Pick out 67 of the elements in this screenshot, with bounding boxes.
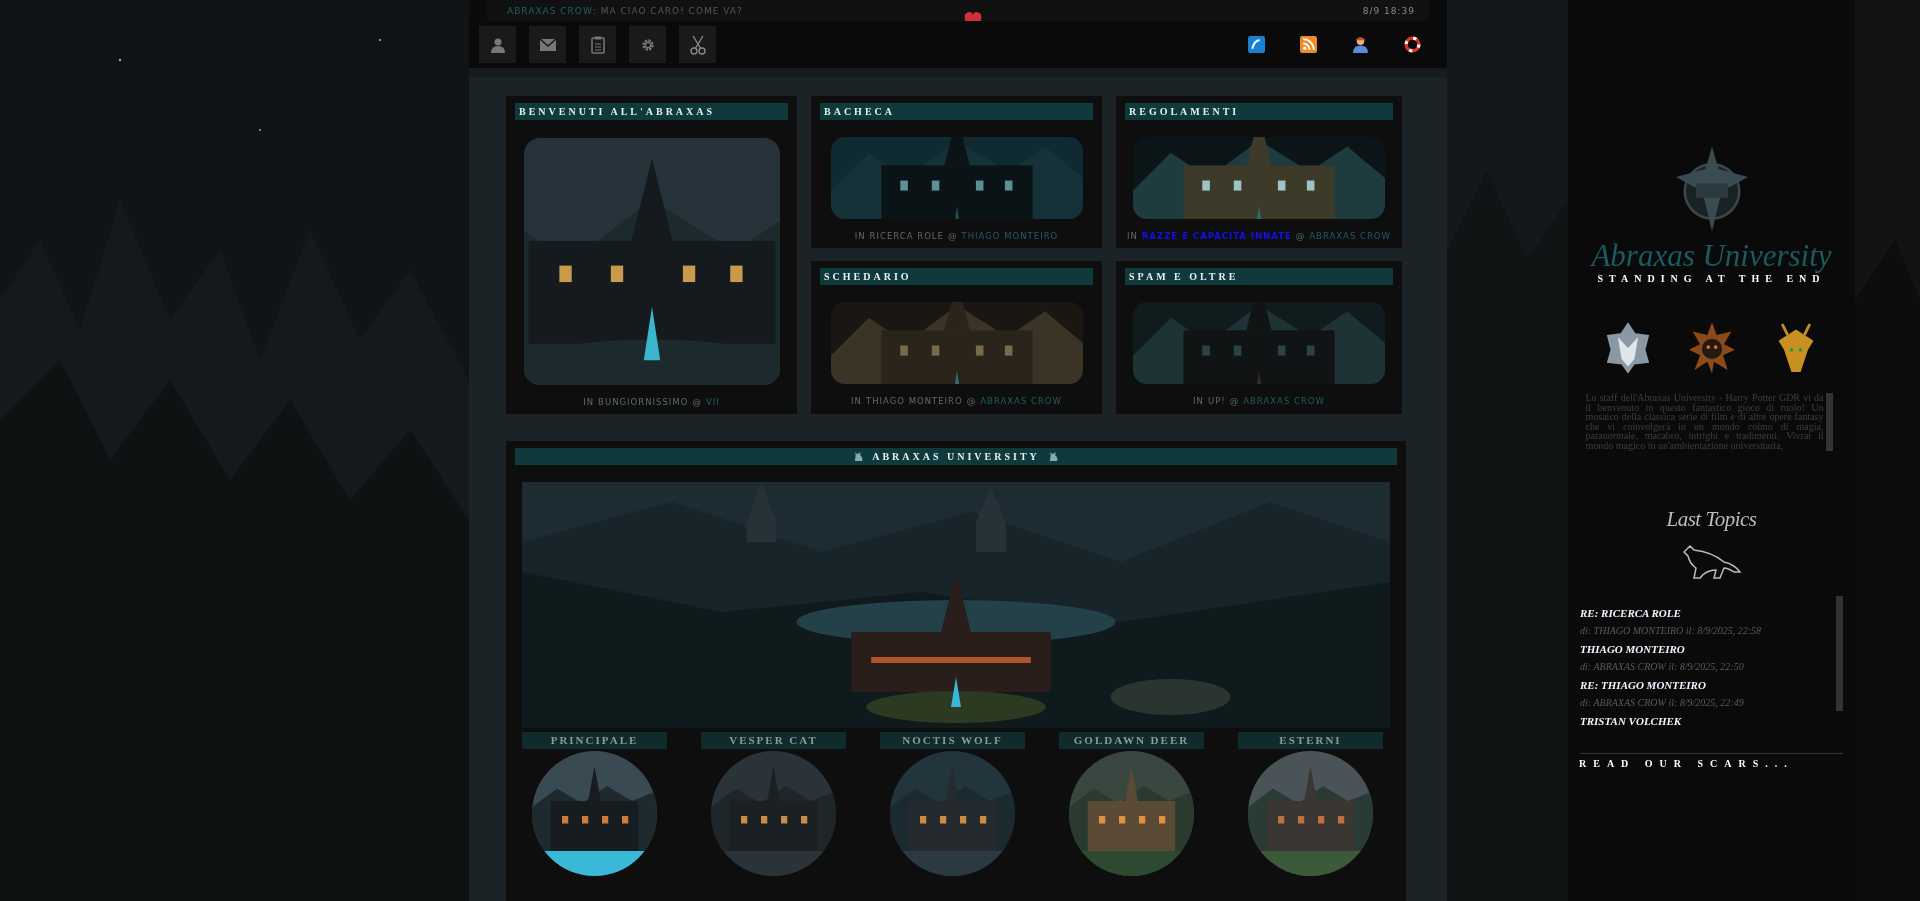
caption-label: @ [1295, 231, 1306, 241]
house-label[interactable]: VESPER CAT [701, 732, 846, 749]
topic-link[interactable]: THIAGO MONTEIRO [1580, 640, 1762, 658]
caption-label: IN [583, 397, 595, 407]
user-link[interactable]: THIAGO MONTEIRO [961, 231, 1059, 241]
wolf-crest-icon [1604, 321, 1651, 375]
topic-meta: di: ABRAXAS CROW il: 8/9/2025, 22:50 [1580, 660, 1745, 674]
clipboard-button[interactable] [579, 26, 616, 63]
heart-icon [962, 11, 983, 21]
topic-meta: di: THIAGO MONTEIRO il: 8/9/2025, 22:58 [1580, 624, 1762, 638]
card-title: REGOLAMENTI [1125, 103, 1393, 120]
caption-label: IN [851, 396, 862, 406]
house-label[interactable]: PRINCIPALE [522, 732, 667, 749]
sun-crest-icon [1688, 321, 1735, 375]
caption-label: IN [1193, 396, 1204, 406]
caption-label: @ [947, 231, 958, 241]
user-link[interactable]: ABRAXAS CROW [1243, 396, 1325, 406]
house-label[interactable]: ESTERNI [1238, 732, 1383, 749]
person-icon [489, 36, 506, 53]
card-title: BENVENUTI ALL'ABRAXAS [515, 103, 788, 120]
topic-link[interactable]: RE: RICERCA ROLE [1580, 604, 1762, 622]
mail-icon [539, 38, 556, 51]
messages-button[interactable] [529, 26, 566, 63]
user-icon[interactable] [1352, 36, 1369, 53]
topic-meta: di: ABRAXAS CROW il: 8/9/2025, 22:49 [1580, 696, 1745, 710]
card-title: SPAM E OLTRE [1125, 268, 1393, 285]
scrollbar[interactable] [1836, 596, 1843, 711]
card-title: BACHECA [820, 103, 1093, 120]
lifebuoy-icon[interactable] [1404, 36, 1421, 53]
user-link[interactable]: ABRAXAS CROW [980, 396, 1062, 406]
cat-icon [1681, 544, 1742, 580]
caption-label: @ [966, 396, 977, 406]
chat-time: 8/9 18:39 [1362, 5, 1415, 16]
topic-link[interactable]: RE: THIAGO MONTEIRO [1580, 676, 1762, 694]
forum-link[interactable]: BUNGIORNISSIMO [598, 397, 689, 407]
cat-icon [1047, 451, 1059, 462]
scrollbar[interactable] [1825, 393, 1833, 451]
scissors-icon [689, 34, 706, 55]
forum-link[interactable]: RAZZE E CAPACITÀ INNATE [1141, 231, 1292, 241]
user-link[interactable]: VII [705, 397, 720, 407]
footer-link[interactable]: READ OUR SCARS... [1579, 758, 1794, 769]
gear-icon [640, 37, 655, 52]
profile-button[interactable] [479, 26, 516, 63]
scissors-button[interactable] [679, 26, 716, 63]
chat-username[interactable]: ABRAXAS CROW [507, 5, 593, 16]
caption-label: IN [1127, 231, 1138, 241]
caption-label: @ [1229, 396, 1240, 406]
feed-square-icon[interactable] [1248, 36, 1265, 53]
chat-message: : MA CIAO CARO! COME VA? [592, 5, 743, 16]
site-title: Abraxas University [1591, 239, 1832, 273]
card-title: SCHEDARIO [820, 268, 1093, 285]
forum-link[interactable]: THIAGO MONTEIRO [865, 396, 963, 406]
rss-icon[interactable] [1300, 36, 1317, 53]
section-title: ABRAXAS UNIVERSITY [872, 450, 1040, 464]
caption-label: @ [692, 397, 702, 407]
forum-link[interactable]: RICERCA ROLE [869, 231, 944, 241]
settings-button[interactable] [629, 26, 666, 63]
site-tagline: STANDING AT THE END [1597, 273, 1826, 285]
house-label[interactable]: GOLDAWN DEER [1059, 732, 1204, 749]
forum-link[interactable]: UP! [1207, 396, 1226, 406]
caption-label: IN [854, 231, 866, 241]
clipboard-icon [590, 35, 605, 54]
section-title: Last Topics [1666, 507, 1757, 532]
cat-icon [853, 451, 865, 462]
house-label[interactable]: NOCTIS WOLF [880, 732, 1025, 749]
user-link[interactable]: ABRAXAS CROW [1309, 231, 1391, 241]
topic-link[interactable]: TRISTAN VOLCHEK [1580, 712, 1762, 730]
